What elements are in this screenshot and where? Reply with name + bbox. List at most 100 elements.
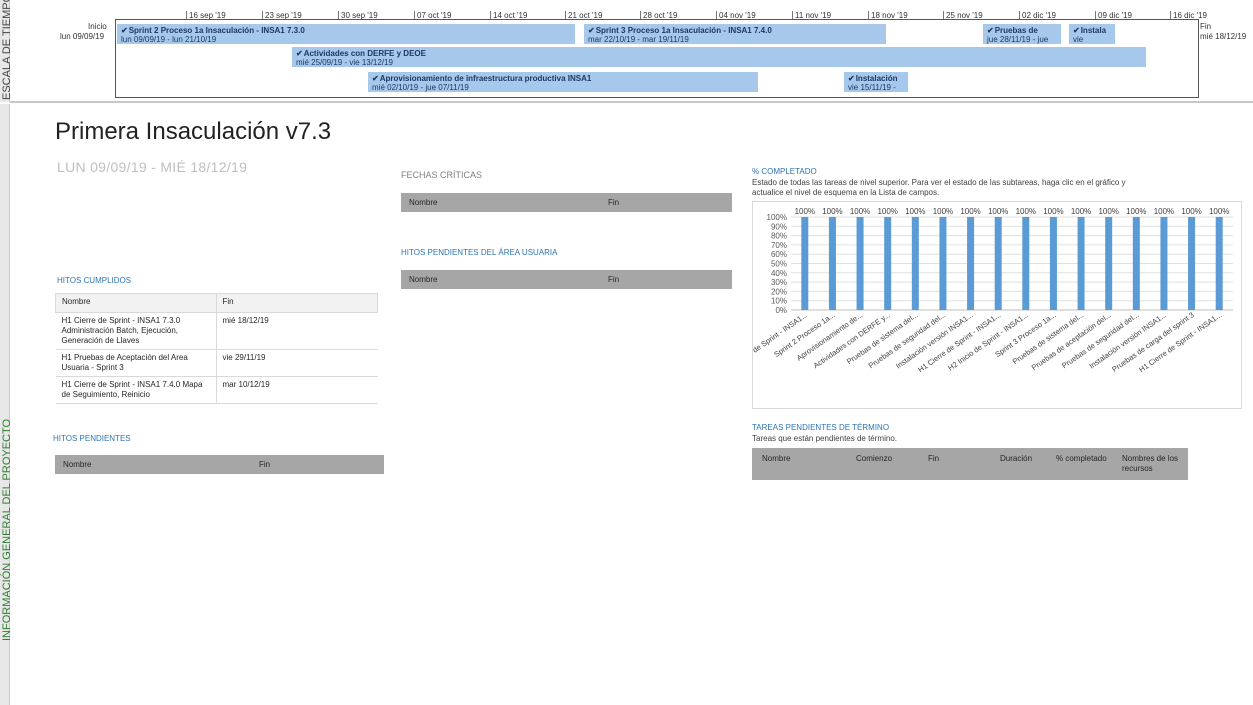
y-tick-label: 40% <box>771 269 787 278</box>
column-header-end: Fin <box>215 293 378 313</box>
y-tick-label: 20% <box>771 287 787 296</box>
row-end: mar 10/12/19 <box>216 376 378 404</box>
table-row[interactable]: H1 Cierre de Sprint - INSA1 7.4.0 Mapa d… <box>55 376 378 404</box>
tareas-pendientes-label: TAREAS PENDIENTES DE TÉRMINO <box>752 423 890 432</box>
bar-dates: mar 22/10/19 - mar 19/11/19 <box>588 35 689 44</box>
data-label: 100% <box>1071 207 1091 216</box>
fechas-criticas-header: Nombre Fin <box>401 193 732 212</box>
column-header-name: Nombre <box>409 275 438 284</box>
data-label: 100% <box>960 207 980 216</box>
column-header-name: Nombre <box>55 293 217 313</box>
bar-dates: lun 09/09/19 - lun 21/10/19 <box>121 35 217 44</box>
hitos-cumplidos-table: Nombre Fin H1 Cierre de Sprint - INSA1 7… <box>55 293 378 404</box>
column-header-end: Fin <box>608 198 620 207</box>
timeline-bar[interactable]: ✔Aprovisionamiento de infraestructura pr… <box>368 72 758 92</box>
y-tick-label: 10% <box>771 297 787 306</box>
chart-bar <box>801 217 809 310</box>
timeline-bar[interactable]: ✔Actividades con DERFE y DEOE mié 25/09/… <box>292 47 1146 67</box>
report-title: Primera Insaculación v7.3 <box>55 118 332 145</box>
chart-bar <box>884 217 892 310</box>
chart-bar <box>967 217 975 310</box>
timeline-bar[interactable]: ✔Instalación vie 15/11/19 - <box>844 72 908 92</box>
data-label: 100% <box>933 207 953 216</box>
check-icon: ✔ <box>372 74 379 83</box>
bar-dates: jue 28/11/19 - jue <box>987 35 1049 44</box>
data-label: 100% <box>1181 207 1201 216</box>
chart-bar <box>1132 217 1140 310</box>
hitos-usuaria-header: Nombre Fin <box>401 270 732 289</box>
y-tick-label: 50% <box>771 260 787 269</box>
data-label: 100% <box>795 207 815 216</box>
y-tick-label: 0% <box>775 306 787 315</box>
data-label: 100% <box>822 207 842 216</box>
column-header: Fin <box>928 454 940 463</box>
data-label: 100% <box>1043 207 1063 216</box>
bar-name: Instalación <box>855 74 898 83</box>
chart-bar <box>911 217 919 310</box>
chart-bar <box>1215 217 1223 310</box>
completado-description: Estado de todas las tareas de nivel supe… <box>752 178 1126 197</box>
column-header-end: Fin <box>259 460 271 469</box>
chart-bar <box>1105 217 1113 310</box>
check-icon: ✔ <box>987 26 994 35</box>
data-label: 100% <box>1126 207 1146 216</box>
tareas-pendientes-description: Tareas que están pendientes de término. <box>752 434 897 443</box>
chart-bar <box>939 217 947 310</box>
check-icon: ✔ <box>848 74 855 83</box>
completado-label: % COMPLETADO <box>752 167 817 176</box>
y-tick-label: 60% <box>771 250 787 259</box>
column-header-name: Nombre <box>63 460 92 469</box>
chart-bar <box>1077 217 1085 310</box>
bar-dates: vie <box>1073 35 1084 44</box>
data-label: 100% <box>1098 207 1118 216</box>
table-row[interactable]: H1 Cierre de Sprint - INSA1 7.3.0 Admini… <box>55 312 378 350</box>
tareas-pendientes-header: Nombre Comienzo Fin Duración % completad… <box>752 448 1188 480</box>
data-label: 100% <box>1154 207 1174 216</box>
bar-name: Aprovisionamiento de infraestructura pro… <box>379 74 592 83</box>
hitos-usuaria-label: HITOS PENDIENTES DEL ÁREA USUARIA <box>401 248 558 257</box>
chart-bar <box>828 217 836 310</box>
project-side-label: INFORMACIÓN GENERAL DEL PROYECTO <box>1 418 13 641</box>
timeline-bar[interactable]: ✔Sprint 2 Proceso 1a Insaculación - INSA… <box>117 24 575 44</box>
completado-chart-svg: 100%90%80%70%60%50%40%30%20%10%0%100%H2 … <box>725 207 1233 374</box>
y-tick-label: 100% <box>767 213 787 222</box>
data-label: 100% <box>905 207 925 216</box>
row-name: H1 Pruebas de Aceptación del Area Usuari… <box>55 349 217 377</box>
timeline-side-strip: ESCALA DE TIEMPO <box>0 0 13 102</box>
completado-chart[interactable]: 100%90%80%70%60%50%40%30%20%10%0%100%H2 … <box>725 201 1242 409</box>
timeline-bar[interactable]: ✔Instala vie <box>1069 24 1115 44</box>
timeline-bar[interactable]: ✔Sprint 3 Proceso 1a Insaculación - INSA… <box>584 24 886 44</box>
bar-name: Actividades con DERFE y DEOE <box>303 49 426 58</box>
y-tick-label: 80% <box>771 232 787 241</box>
chart-bar <box>1188 217 1196 310</box>
y-tick-label: 30% <box>771 278 787 287</box>
data-label: 100% <box>877 207 897 216</box>
data-label: 100% <box>1209 207 1229 216</box>
y-tick-label: 90% <box>771 222 787 231</box>
table-header-row: Nombre Fin <box>55 293 378 313</box>
check-icon: ✔ <box>121 26 128 35</box>
data-label: 100% <box>988 207 1008 216</box>
data-label: 100% <box>850 207 870 216</box>
chart-bar <box>994 217 1002 310</box>
bar-name: Instala <box>1080 26 1107 35</box>
timeline-separator[interactable] <box>10 101 1253 103</box>
timeline-end-label: Fin <box>1200 22 1212 31</box>
column-header: Nombre <box>762 454 791 463</box>
check-icon: ✔ <box>296 49 303 58</box>
chart-bar <box>1049 217 1057 310</box>
bar-name: Sprint 2 Proceso 1a Insaculación - INSA1… <box>128 26 305 35</box>
column-header: Nombres de los recursos <box>1122 454 1179 473</box>
timeline-start-label: Inicio <box>88 22 107 31</box>
timeline-end-date: mié 18/12/19 <box>1200 32 1247 41</box>
check-icon: ✔ <box>1073 26 1080 35</box>
table-row[interactable]: H1 Pruebas de Aceptación del Area Usuari… <box>55 349 378 377</box>
chart-bar <box>856 217 864 310</box>
chart-bar <box>1022 217 1030 310</box>
fechas-criticas-label: FECHAS CRÍTICAS <box>401 170 483 180</box>
timeline-start-date: lun 09/09/19 <box>60 32 105 41</box>
bar-name: Pruebas de <box>994 26 1038 35</box>
data-label: 100% <box>1016 207 1036 216</box>
project-side-strip: INFORMACIÓN GENERAL DEL PROYECTO <box>0 104 13 705</box>
timeline-bar[interactable]: ✔Pruebas de jue 28/11/19 - jue <box>983 24 1061 44</box>
